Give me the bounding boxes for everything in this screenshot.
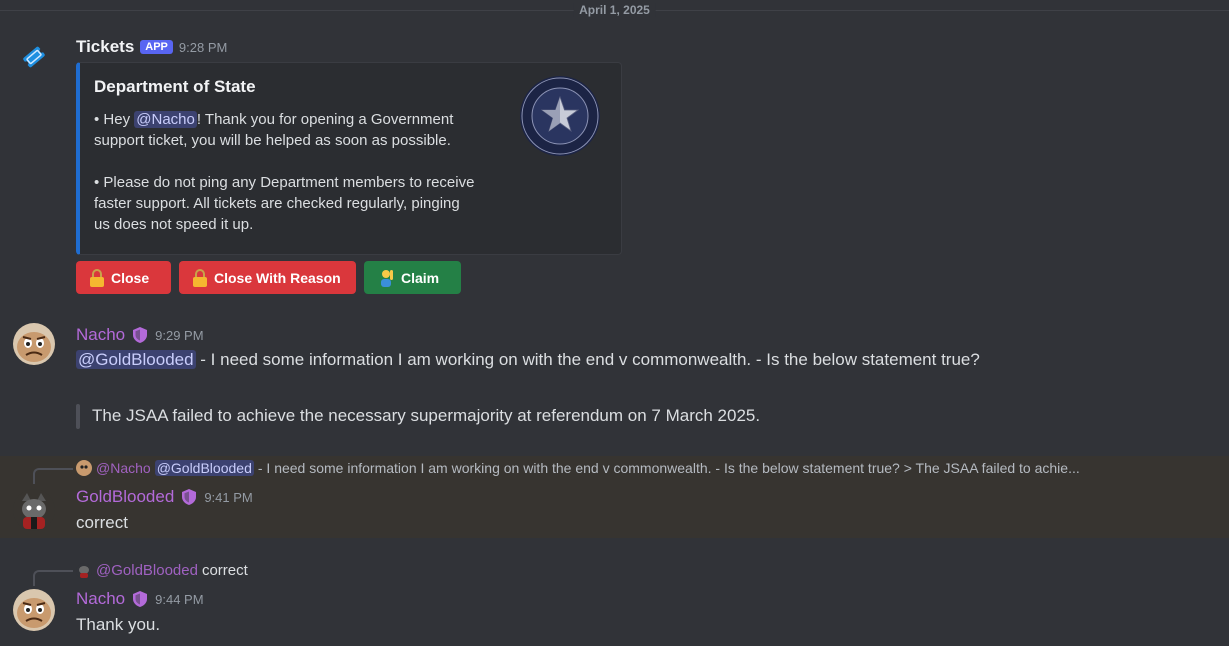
message-timestamp[interactable]: 9:28 PM [179,40,227,55]
close-button-label: Close [111,269,150,286]
shield-role-icon [182,489,197,505]
embed-text: • Please do not ping any Department memb… [94,174,475,191]
author-name[interactable]: Nacho [76,325,125,345]
reply-author[interactable]: @GoldBlooded [96,562,198,579]
user-mention[interactable]: @GoldBlooded [154,460,254,476]
embed-paragraph-2: • Please do not ping any Department memb… [94,172,504,235]
shield-role-icon [133,327,148,343]
lock-icon [90,268,104,287]
message-content: @GoldBlooded - I need some information I… [76,350,980,370]
author-name[interactable]: GoldBlooded [76,487,174,507]
tickets-bot-avatar[interactable] [13,36,55,78]
department-seal-thumbnail[interactable] [519,75,601,157]
message-content: Thank you. [76,615,161,634]
embed-text: us does not speed it up. [94,216,254,233]
blockquote-text: The JSAA failed to achieve the necessary… [92,406,761,425]
author-name[interactable]: Tickets [76,37,134,57]
message-timestamp[interactable]: 9:44 PM [155,592,203,607]
embed-text: ! Thank you for opening a Government [196,111,454,128]
ticket-icon [23,46,45,68]
message-text: - I need some information I am working o… [195,350,980,369]
lock-icon [193,268,207,287]
embed-text: faster support. All tickets are checked … [94,195,460,212]
embed-title: Department of State [94,77,256,96]
reply-preview[interactable]: @Nacho @GoldBlooded - I need some inform… [76,460,1080,476]
nacho-avatar-image [13,323,55,365]
reply-text: correct [201,562,248,579]
embed-paragraph-1: • Hey @Nacho! Thank you for opening a Go… [94,109,504,151]
close-button[interactable]: Close [76,261,171,294]
blockquote-bar [76,404,80,429]
message-header: GoldBlooded 9:41 PM [76,487,253,507]
shield-role-icon [133,591,148,607]
user-mention[interactable]: @GoldBlooded [76,350,196,369]
nacho-avatar[interactable] [13,323,55,365]
message-timestamp[interactable]: 9:41 PM [204,490,252,505]
close-with-reason-label: Close With Reason [214,269,341,286]
bot-message-header: Tickets APP 9:28 PM [76,37,227,57]
embed-text: support ticket, you will be helped as so… [94,132,451,149]
embed-text-prefix: • Hey [94,111,135,128]
user-mention[interactable]: @Nacho [134,111,197,128]
close-with-reason-button[interactable]: Close With Reason [179,261,356,294]
reply-preview[interactable]: @GoldBlooded correct [76,562,248,579]
reply-author[interactable]: @Nacho [96,460,151,476]
nacho-avatar-image [13,589,55,631]
app-badge: APP [140,40,173,54]
goldblooded-avatar-image [13,489,55,531]
claim-button[interactable]: Claim [364,261,461,294]
person-raising-hand-icon [381,269,393,287]
message-header: Nacho 9:44 PM [76,589,204,609]
date-divider: April 1, 2025 [573,3,656,17]
claim-button-label: Claim [401,269,440,286]
reply-avatar [76,460,92,476]
goldblooded-avatar[interactable] [13,489,55,531]
message-header: Nacho 9:29 PM [76,325,204,345]
message-content: correct [76,513,128,532]
reply-avatar [76,562,92,579]
reply-connector [33,468,73,484]
nacho-avatar[interactable] [13,589,55,631]
reply-connector [33,570,73,586]
message-timestamp[interactable]: 9:29 PM [155,328,203,343]
ticket-embed: Department of State • Hey @Nacho! Thank … [76,62,622,255]
reply-text: - I need some information I am working o… [257,460,1080,476]
author-name[interactable]: Nacho [76,589,125,609]
